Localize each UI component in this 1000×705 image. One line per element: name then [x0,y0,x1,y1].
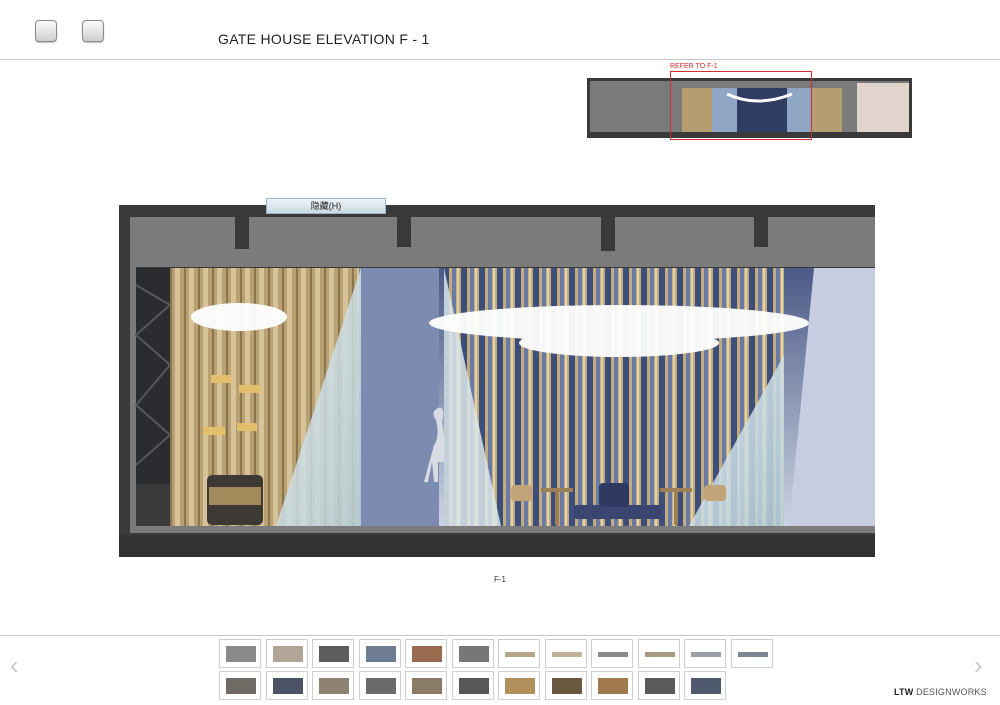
refer-highlight-box [670,71,812,140]
page-title: GATE HOUSE ELEVATION F - 1 [218,31,430,47]
page-thumbnail[interactable] [637,671,680,700]
page-thumbnail[interactable] [637,639,680,668]
page-thumbnail[interactable] [544,639,587,668]
header-divider [0,59,1000,60]
page-thumbnail[interactable] [451,671,494,700]
page-thumbnail[interactable] [358,639,401,668]
hide-button[interactable]: 隐藏(H) [266,198,386,214]
page-thumbnail[interactable] [498,671,540,700]
chevron-right-icon[interactable]: › [974,652,983,678]
footer-divider [0,635,1000,636]
page-thumbnail[interactable] [451,639,494,668]
toolbar-button-2[interactable] [82,20,104,42]
refer-label: REFER TO F-1 [670,63,718,70]
page-thumbnail[interactable] [312,639,354,668]
page-thumbnail[interactable] [591,671,633,700]
page-thumbnail[interactable] [544,671,587,700]
page-thumbnail[interactable] [265,639,308,668]
page-thumbnail[interactable] [498,639,540,668]
page-thumbnail[interactable] [405,639,447,668]
page-thumbnail[interactable] [312,671,354,700]
page-thumbnail[interactable] [684,671,726,700]
page-thumbnail[interactable] [265,671,308,700]
page-thumbnail[interactable] [358,671,401,700]
page-thumbnail[interactable] [591,639,633,668]
chevron-left-icon[interactable]: ‹ [10,652,19,678]
drawing-caption: F-1 [494,575,506,584]
page-thumbnail[interactable] [684,639,726,668]
toolbar-button-1[interactable] [35,20,57,42]
page-thumbnail[interactable] [405,671,447,700]
elevation-drawing [119,205,875,557]
thumbnail-strip [219,639,779,703]
page-thumbnail[interactable] [219,639,261,668]
page-thumbnail[interactable] [730,639,773,668]
page-thumbnail[interactable] [219,671,261,700]
brand-logo: LTW DESIGNWORKS [894,687,987,697]
